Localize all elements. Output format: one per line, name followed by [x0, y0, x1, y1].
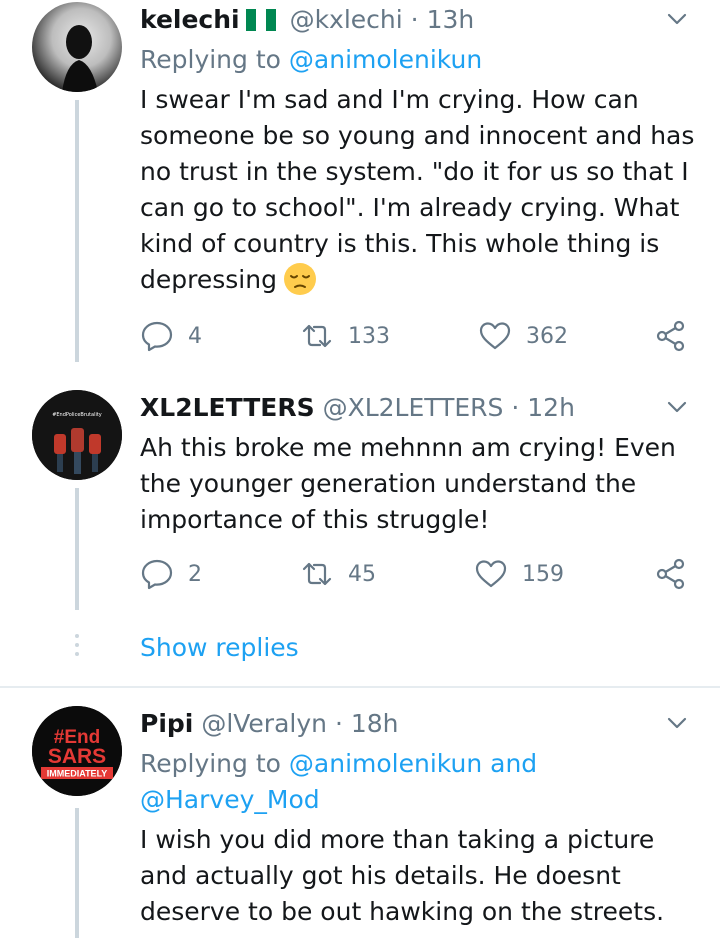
like-button[interactable]: 362 [478, 316, 568, 356]
chevron-down-icon[interactable] [666, 8, 688, 30]
replying-to: Replying to @animolenikun and @Harvey_Mo… [140, 746, 700, 818]
avatar-portrait-icon [62, 25, 98, 92]
share-icon [656, 558, 685, 590]
endsars-logo-icon: #End SARS IMMEDIATELY [32, 706, 122, 796]
dot-separator: · [511, 393, 520, 422]
reply-icon [141, 321, 173, 352]
dot-separator: · [334, 709, 343, 738]
tweet-text: Ah this broke me mehnnn am crying! Even … [140, 433, 676, 534]
raised-fists-icon: #EndPoliceBrutality [32, 390, 122, 480]
chevron-down-icon[interactable] [666, 712, 688, 734]
mention-link[interactable]: @animolenikun [289, 749, 482, 778]
mention-link[interactable]: @Harvey_Mod [140, 785, 320, 814]
retweet-button[interactable]: 45 [300, 554, 376, 594]
share-icon [656, 320, 685, 352]
share-button[interactable] [654, 316, 688, 356]
tweet-text: I swear I'm sad and I'm crying. How can … [140, 82, 700, 298]
svg-text:IMMEDIATELY: IMMEDIATELY [47, 769, 108, 779]
avatar[interactable] [32, 2, 122, 92]
display-name[interactable]: kelechi [140, 5, 240, 34]
more-replies-dots [75, 634, 79, 661]
retweet-icon [302, 324, 332, 348]
tweet-time[interactable]: 18h [351, 709, 399, 738]
tweet-header: kelechi @kxlechi · 13h [140, 0, 474, 40]
thread-line [75, 100, 79, 362]
retweet-count: 45 [348, 561, 376, 587]
tweet-time[interactable]: 13h [427, 5, 475, 34]
replying-to: Replying to @animolenikun [140, 42, 482, 78]
retweet-button[interactable]: 133 [300, 316, 390, 356]
show-replies-link[interactable]: Show replies [140, 628, 299, 668]
tweet-text: I wish you did more than taking a pictur… [140, 825, 665, 926]
reply-button[interactable]: 2 [140, 554, 202, 594]
tweet-actions: 2 45 159 [140, 554, 700, 594]
tweet-time[interactable]: 12h [527, 393, 575, 422]
replying-to-label: Replying to [140, 749, 281, 778]
tweet-text-content: I swear I'm sad and I'm crying. How can … [140, 85, 695, 294]
reply-button[interactable]: 4 [140, 316, 202, 356]
avatar[interactable]: #End SARS IMMEDIATELY [32, 706, 122, 796]
svg-text:SARS: SARS [48, 745, 106, 768]
dot-separator: · [410, 5, 419, 34]
heart-icon [479, 322, 511, 350]
pensive-face-icon [283, 263, 316, 295]
reply-count: 2 [188, 561, 202, 587]
mention-and[interactable]: and [490, 749, 537, 778]
tweet-header: Pipi @lVeralyn · 18h [140, 704, 399, 744]
share-button[interactable] [654, 554, 688, 594]
thread-line [75, 808, 79, 938]
avatar[interactable]: #EndPoliceBrutality [32, 390, 122, 480]
heart-icon [475, 560, 507, 588]
reply-icon [141, 559, 173, 590]
divider [0, 686, 720, 688]
user-handle[interactable]: @XL2LETTERS [323, 393, 504, 422]
retweet-count: 133 [348, 323, 390, 349]
user-handle[interactable]: @lVeralyn [201, 709, 327, 738]
like-button[interactable]: 159 [474, 554, 564, 594]
user-handle[interactable]: @kxlechi [290, 5, 403, 34]
thread-line [75, 488, 79, 610]
tweet-header: XL2LETTERS @XL2LETTERS · 12h [140, 388, 575, 428]
like-count: 159 [522, 561, 564, 587]
nigeria-flag-icon [245, 9, 276, 31]
mention-link[interactable]: @animolenikun [289, 45, 482, 74]
reply-count: 4 [188, 323, 202, 349]
avatar-caption: #EndPoliceBrutality [52, 412, 102, 418]
like-count: 362 [526, 323, 568, 349]
display-name[interactable]: Pipi [140, 709, 193, 738]
chevron-down-icon[interactable] [666, 396, 688, 418]
tweet-actions: 4 133 362 [140, 316, 700, 356]
display-name[interactable]: XL2LETTERS [140, 393, 315, 422]
retweet-icon [302, 562, 332, 586]
replying-to-label: Replying to [140, 45, 281, 74]
